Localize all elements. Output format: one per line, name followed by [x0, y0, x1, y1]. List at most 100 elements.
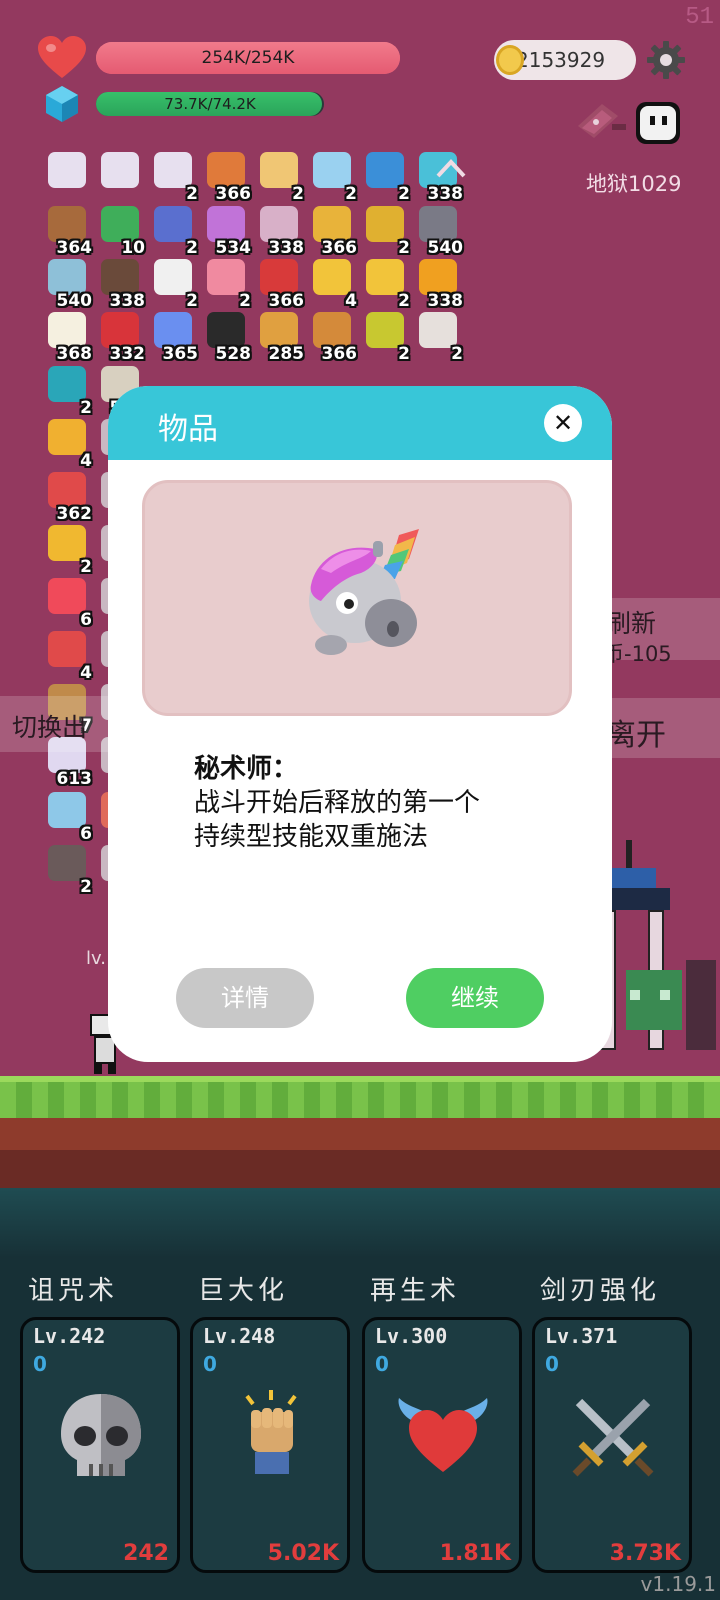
flame-icon	[48, 578, 86, 614]
item-count: 338	[427, 291, 464, 311]
item-count: 2	[80, 557, 92, 577]
inventory-item[interactable]: 2	[362, 150, 410, 204]
scroll-ribbon-icon	[154, 152, 192, 188]
inventory-item[interactable]: 2	[44, 364, 92, 418]
inventory-item[interactable]: 285	[256, 310, 304, 364]
item-count: 338	[427, 184, 464, 204]
item-count: 534	[215, 238, 252, 258]
inventory-item[interactable]: 2	[362, 204, 410, 258]
skill-name: 再生术	[370, 1276, 461, 1306]
item-count: 540	[56, 291, 93, 311]
continue-button[interactable]: 继续	[406, 968, 544, 1028]
skill-level: Lv.248	[203, 1324, 276, 1348]
close-button[interactable]: ✕	[544, 404, 582, 442]
item-preview	[142, 480, 572, 716]
item-count: 528	[215, 344, 252, 364]
skill-card[interactable]: Lv.371 0 3.73K	[532, 1317, 692, 1573]
playing-card-icon	[154, 259, 192, 295]
ghost-icon[interactable]	[632, 100, 684, 146]
inventory-item[interactable]: 2	[150, 150, 198, 204]
inventory-item[interactable]	[44, 150, 92, 198]
dialog-header: 物品 ✕	[108, 386, 612, 460]
cleaver-hat-icon[interactable]	[572, 98, 630, 146]
inventory-item[interactable]	[97, 150, 145, 198]
inventory-item[interactable]: 364	[44, 204, 92, 258]
skill-card[interactable]: Lv.248 0 5.02K	[190, 1317, 350, 1573]
detail-button[interactable]: 详情	[176, 968, 314, 1028]
winged-heart-icon	[395, 1388, 491, 1484]
crown-icon	[366, 259, 404, 295]
skills-panel: 诅咒术 Lv.242 0 242 巨大化 Lv.248 0 5.02K 再生术 Lv.300 0 1.…	[0, 1188, 720, 1600]
inventory-item[interactable]: 2	[203, 257, 251, 311]
chevron-up-icon[interactable]	[434, 152, 468, 186]
inventory-item[interactable]: 4	[44, 629, 92, 683]
skill-upgrade-cost: 1.81K	[439, 1541, 511, 1566]
inventory-item[interactable]: 338	[97, 257, 145, 311]
inventory-item[interactable]: 2	[362, 310, 410, 364]
item-count: 4	[80, 451, 92, 471]
boot-icon	[260, 259, 298, 295]
inventory-item[interactable]: 2	[44, 523, 92, 577]
inventory-item[interactable]: 4	[309, 257, 357, 311]
inventory-item[interactable]: 534	[203, 204, 251, 258]
dragon-egg-icon	[366, 312, 404, 348]
inventory-item[interactable]: 366	[309, 310, 357, 364]
book-icon	[313, 312, 351, 348]
gear-icon[interactable]	[646, 40, 686, 80]
item-count: 366	[321, 238, 358, 258]
skill-name: 诅咒术	[28, 1276, 119, 1306]
inventory-item[interactable]: 338	[256, 204, 304, 258]
inventory-item[interactable]: 366	[256, 257, 304, 311]
skill-upgrade-cost: 5.02K	[267, 1541, 339, 1566]
item-count: 368	[56, 344, 93, 364]
skill-card[interactable]: Lv.300 0 1.81K	[362, 1317, 522, 1573]
inventory-item[interactable]: 2	[415, 310, 463, 364]
skill-card[interactable]: Lv.242 0 242	[20, 1317, 180, 1573]
inventory-item[interactable]: 528	[203, 310, 251, 364]
inventory-item[interactable]: 366	[203, 150, 251, 204]
item-count: 2	[398, 184, 410, 204]
item-name: 秘术师：	[194, 754, 299, 784]
inventory-item[interactable]: 366	[309, 204, 357, 258]
inventory-item[interactable]: 2	[256, 150, 304, 204]
item-count: 285	[268, 344, 305, 364]
inventory-item[interactable]: 4	[44, 417, 92, 471]
inventory-item[interactable]: 2	[362, 257, 410, 311]
inventory-item[interactable]: 338	[415, 257, 463, 311]
item-count: 10	[121, 238, 145, 258]
inventory-item[interactable]: 2	[44, 843, 92, 897]
item-count: 2	[186, 291, 198, 311]
inventory-item[interactable]: 540	[415, 204, 463, 258]
sunflower-icon	[419, 259, 457, 295]
item-count: 366	[215, 184, 252, 204]
target-icon	[48, 366, 86, 402]
inventory-row: 540 338 2 2 366 4 2 338	[44, 257, 468, 311]
coin-icon	[496, 45, 524, 75]
hp-text: 254K/254K	[201, 48, 295, 68]
item-count: 362	[56, 504, 93, 524]
red-card-icon	[101, 312, 139, 348]
refresh-label: 刷新	[606, 609, 657, 638]
item-desc-line-1: 战斗开始后释放的第一个	[194, 788, 481, 818]
inventory-item[interactable]: 2	[309, 150, 357, 204]
inventory-item[interactable]: 6	[44, 576, 92, 630]
crossed-swords-icon	[565, 1388, 661, 1484]
item-count: 2	[345, 184, 357, 204]
inventory-item[interactable]: 10	[97, 204, 145, 258]
item-count: 332	[109, 344, 146, 364]
version-label: v1.19.1	[640, 1572, 716, 1596]
inventory-item[interactable]: 2	[150, 257, 198, 311]
inventory-item[interactable]: 540	[44, 257, 92, 311]
inventory-item[interactable]: 6	[44, 790, 92, 844]
inventory-item[interactable]: 365	[150, 310, 198, 364]
skill-column: 诅咒术 Lv.242 0 242	[20, 1270, 180, 1573]
inventory-item[interactable]: 362	[44, 470, 92, 524]
inventory-item[interactable]: 2	[150, 204, 198, 258]
item-count: 4	[80, 663, 92, 683]
fist-icon	[223, 1388, 319, 1484]
skill-level: Lv.300	[375, 1324, 448, 1348]
inventory-item[interactable]: 332	[97, 310, 145, 364]
skill-level: Lv.371	[545, 1324, 618, 1348]
inventory-item[interactable]: 368	[44, 310, 92, 364]
map-icon	[260, 152, 298, 188]
